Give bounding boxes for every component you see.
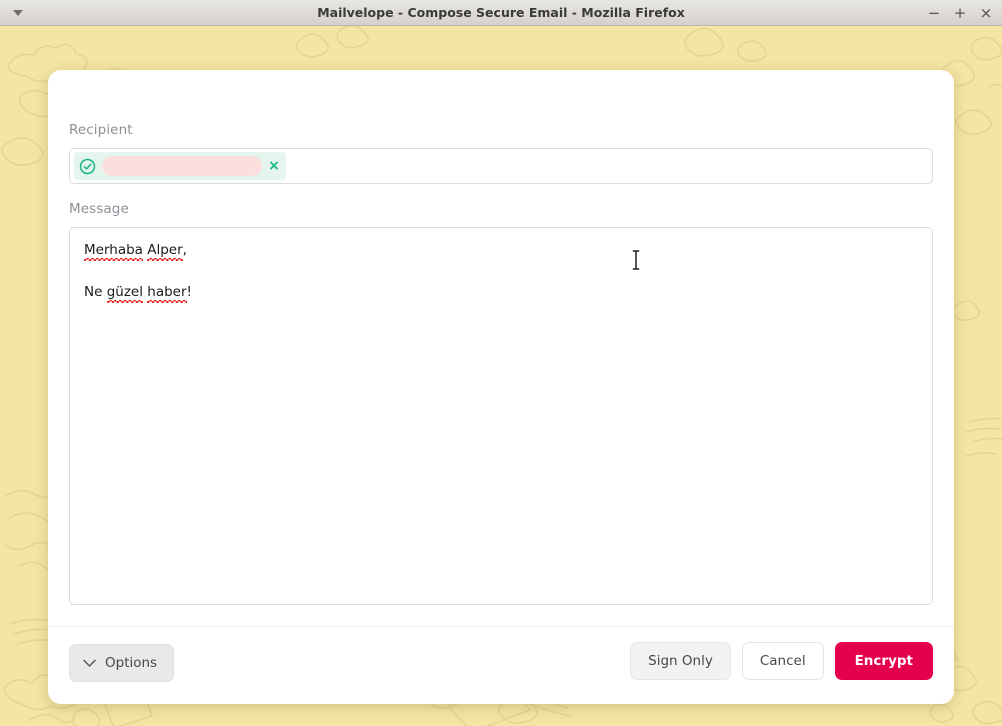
message-word: Merhaba (84, 242, 143, 261)
maximize-button[interactable]: + (948, 2, 972, 24)
window-title: Mailvelope - Compose Secure Email - Mozi… (317, 5, 685, 20)
message-word: Ne (84, 284, 103, 300)
compose-dialog: Recipient × Message Merhaba Alper, Ne gü… (48, 70, 954, 704)
recipient-address-text (102, 156, 262, 176)
recipient-label: Recipient (69, 122, 133, 138)
cancel-button[interactable]: Cancel (741, 642, 824, 680)
close-icon[interactable]: × (268, 159, 280, 173)
message-label: Message (69, 201, 129, 217)
window-controls: − + × (922, 0, 998, 26)
recipient-input[interactable]: × (69, 148, 933, 184)
message-word: güzel (106, 284, 143, 303)
page-background: Recipient × Message Merhaba Alper, Ne gü… (0, 26, 1002, 726)
message-punctuation: , (182, 242, 187, 258)
message-line: Ne güzel haber! (84, 282, 918, 303)
sign-only-button[interactable]: Sign Only (630, 642, 731, 680)
footer-actions: Sign Only Cancel Encrypt (630, 642, 933, 680)
close-button[interactable]: × (974, 2, 998, 24)
message-textarea[interactable]: Merhaba Alper, Ne güzel haber! (69, 227, 933, 605)
encrypt-button[interactable]: Encrypt (834, 642, 933, 680)
message-line: Merhaba Alper, (84, 240, 918, 261)
dialog-body: Recipient × Message Merhaba Alper, Ne gü… (48, 70, 954, 626)
message-punctuation: ! (186, 284, 192, 300)
chevron-down-icon (83, 659, 96, 667)
options-button-label: Options (105, 655, 158, 671)
message-word: haber (147, 284, 187, 303)
firefox-window: Mailvelope - Compose Secure Email - Mozi… (0, 0, 1002, 726)
options-button[interactable]: Options (69, 644, 175, 682)
message-word: Alper (147, 242, 183, 261)
dialog-footer: Options Sign Only Cancel Encrypt (48, 626, 954, 704)
minimize-button[interactable]: − (922, 2, 946, 24)
recipient-chip[interactable]: × (74, 152, 286, 180)
check-circle-icon (79, 158, 96, 174)
window-titlebar: Mailvelope - Compose Secure Email - Mozi… (0, 0, 1002, 26)
